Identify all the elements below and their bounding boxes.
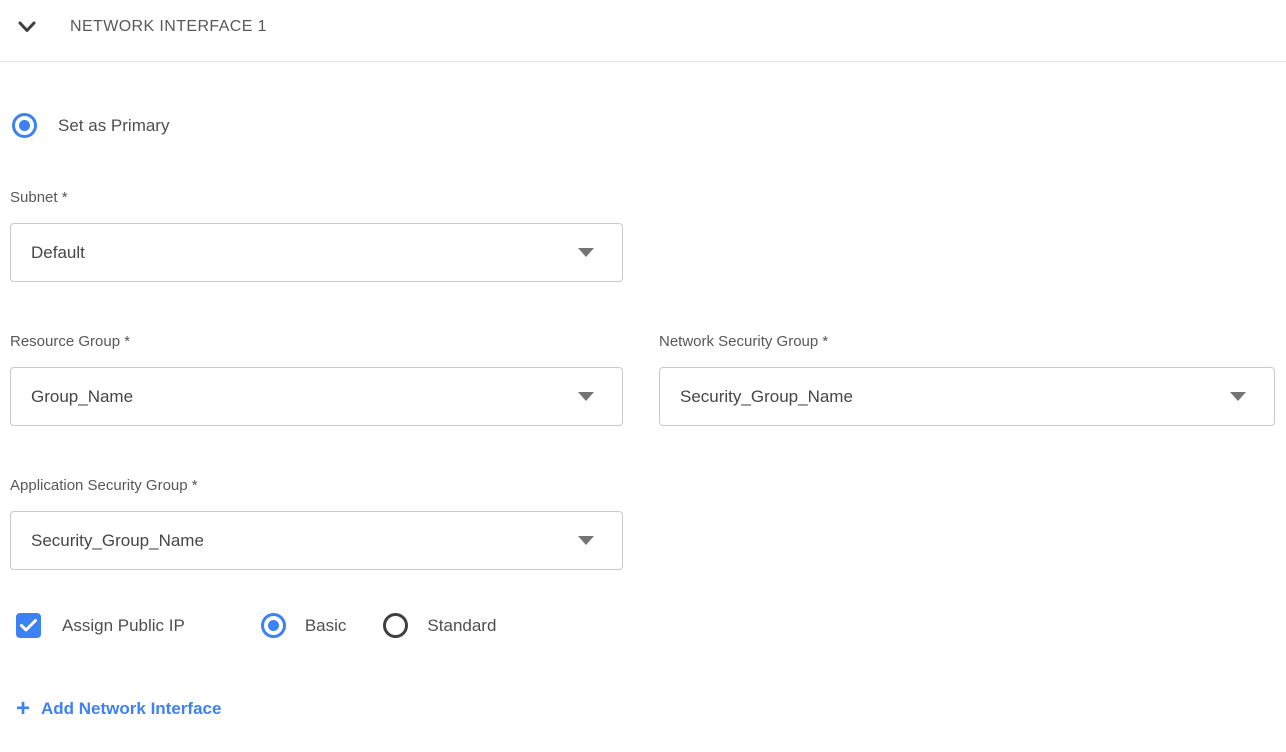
resource-group-value: Group_Name [31,387,133,407]
standard-radio-button[interactable] [383,613,408,638]
group-fields-row: Resource Group * Group_Name Network Secu… [10,333,1286,426]
basic-radio-label: Basic [305,616,347,636]
network-security-group-value: Security_Group_Name [680,387,853,407]
form-area: Subnet * Default Resource Group * Group_… [0,189,1286,570]
add-network-interface-label: Add Network Interface [41,699,221,719]
subnet-label: Subnet * [10,189,1286,206]
subnet-field: Subnet * Default [10,189,1286,282]
assign-public-ip-checkbox[interactable] [16,613,41,638]
subnet-dropdown[interactable]: Default [10,223,623,282]
caret-down-icon [1230,392,1246,401]
application-security-group-label: Application Security Group * [10,477,1286,494]
assign-public-ip-label: Assign Public IP [62,616,185,636]
caret-down-icon [578,536,594,545]
plus-icon: + [16,698,30,720]
primary-radio-button[interactable] [12,113,37,138]
set-as-primary-option[interactable]: Set as Primary [12,113,1286,138]
application-security-group-value: Security_Group_Name [31,531,204,551]
network-security-group-dropdown[interactable]: Security_Group_Name [659,367,1275,426]
resource-group-dropdown[interactable]: Group_Name [10,367,623,426]
network-security-group-label: Network Security Group * [659,333,1275,350]
application-security-group-field: Application Security Group * Security_Gr… [10,477,1286,570]
caret-down-icon [578,392,594,401]
network-interface-form: NETWORK INTERFACE 1 Set as Primary Subne… [0,0,1286,752]
chevron-down-icon[interactable] [18,21,36,33]
caret-down-icon [578,248,594,257]
section-title: NETWORK INTERFACE 1 [70,18,267,36]
subnet-value: Default [31,243,85,263]
resource-group-field: Resource Group * Group_Name [10,333,623,426]
standard-radio-label: Standard [427,616,496,636]
application-security-group-dropdown[interactable]: Security_Group_Name [10,511,623,570]
network-security-group-field: Network Security Group * Security_Group_… [659,333,1275,426]
public-ip-options-row: Assign Public IP Basic Standard [16,613,1286,638]
add-network-interface-link[interactable]: + Add Network Interface [16,698,221,720]
resource-group-label: Resource Group * [10,333,623,350]
basic-radio-button[interactable] [261,613,286,638]
header-divider [0,61,1286,62]
section-header[interactable]: NETWORK INTERFACE 1 [0,10,1286,44]
primary-radio-label: Set as Primary [58,116,169,136]
check-icon [20,619,37,632]
